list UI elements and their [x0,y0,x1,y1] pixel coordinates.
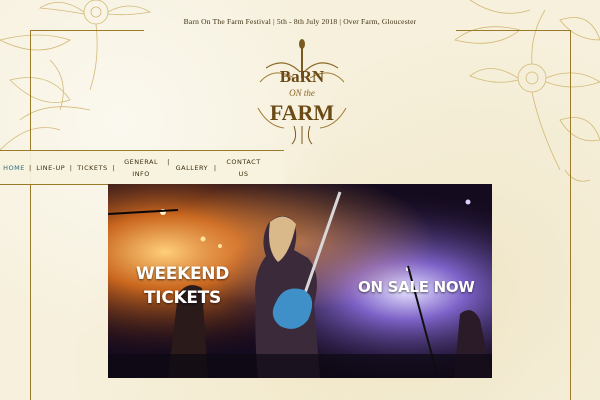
nav-gallery[interactable]: GALLERY [173,162,211,174]
logo-line-2: ON the [289,88,315,98]
nav-general-info-line1: GENERAL [124,157,159,166]
logo-line-3: FARM [270,100,335,125]
nav-general-info[interactable]: GENERAL INFO [118,156,164,180]
frame-right [570,30,571,400]
hero-tickets-text: TICKETS [144,288,221,308]
frame-left [30,30,31,400]
nav-general-info-line2: INFO [132,169,150,178]
logo-line-1: BaRN [280,67,325,86]
frame-top-left [30,30,144,31]
nav-contact-us-line1: CONTACT [226,157,261,166]
main-nav: HOME | LINE-UP | TICKETS | GENERAL INFO … [0,150,284,185]
nav-tickets[interactable]: TICKETS [75,162,109,174]
festival-logo[interactable]: BaRN ON the FARM [254,38,350,146]
hero-banner[interactable]: WEEKEND TICKETS ON SALE NOW [108,184,492,378]
nav-separator: | [167,157,170,166]
nav-separator: | [112,163,116,172]
hero-on-sale-text: ON SALE NOW [358,278,475,296]
nav-separator: | [69,163,73,172]
nav-line-up[interactable]: LINE-UP [35,162,67,174]
nav-separator: | [213,163,217,172]
hero-weekend-text: WEEKEND [136,264,230,284]
frame-top-right [456,30,571,31]
nav-contact-us[interactable]: CONTACT US [220,156,268,180]
nav-home[interactable]: HOME [2,162,26,174]
nav-separator: | [29,163,32,172]
nav-contact-us-line2: US [238,169,249,178]
festival-tagline: Barn On The Farm Festival | 5th - 8th Ju… [183,17,417,26]
